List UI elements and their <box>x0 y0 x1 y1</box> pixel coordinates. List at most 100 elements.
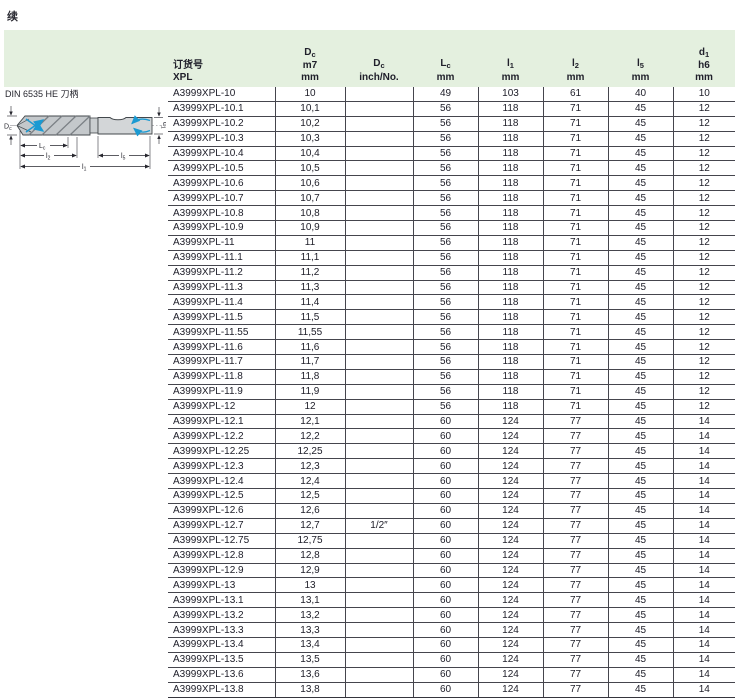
l1-cell: 118 <box>478 176 543 191</box>
l2-cell: 77 <box>543 503 608 518</box>
l2-cell: 77 <box>543 489 608 504</box>
l1-cell: 124 <box>478 667 543 682</box>
d1-cell: 12 <box>673 399 735 414</box>
l2-cell: 77 <box>543 459 608 474</box>
table-row: A3999XPL-10.310,356118714512 <box>168 131 735 146</box>
dc-mm-cell: 10,9 <box>275 221 345 236</box>
order-number-cell: A3999XPL-11.9 <box>168 384 275 399</box>
lc-cell: 60 <box>413 414 478 429</box>
drill-diagram: Dc d1 Lc l2 l5 l1 <box>4 101 166 197</box>
table-row: A3999XPL-101049103614010 <box>168 87 735 101</box>
l1-cell: 124 <box>478 474 543 489</box>
l2-cell: 77 <box>543 623 608 638</box>
d1-cell: 14 <box>673 548 735 563</box>
table-row: A3999XPL-12.112,160124774514 <box>168 414 735 429</box>
l1-cell: 124 <box>478 518 543 533</box>
l2-cell: 71 <box>543 250 608 265</box>
dc-mm-cell: 12,7 <box>275 518 345 533</box>
l5-cell: 45 <box>608 444 673 459</box>
d1-cell: 12 <box>673 191 735 206</box>
l2-cell: 77 <box>543 578 608 593</box>
l2-cell: 77 <box>543 593 608 608</box>
lc-cell: 56 <box>413 161 478 176</box>
l2-cell: 71 <box>543 235 608 250</box>
l2-cell: 77 <box>543 682 608 697</box>
dc-inch-cell <box>345 503 413 518</box>
dc-mm-cell: 12,3 <box>275 459 345 474</box>
dc-inch-cell <box>345 429 413 444</box>
dc-inch-cell <box>345 116 413 131</box>
dc-mm-cell: 11,2 <box>275 265 345 280</box>
dc-inch-cell <box>345 548 413 563</box>
d1-cell: 14 <box>673 474 735 489</box>
order-number-cell: A3999XPL-11.7 <box>168 355 275 370</box>
lc-cell: 56 <box>413 146 478 161</box>
dc-mm-cell: 12,2 <box>275 429 345 444</box>
d1-cell: 12 <box>673 131 735 146</box>
dc-mm-cell: 12,6 <box>275 503 345 518</box>
l5-cell: 45 <box>608 459 673 474</box>
lc-cell: 60 <box>413 563 478 578</box>
d1-cell: 14 <box>673 459 735 474</box>
lc-cell: 60 <box>413 637 478 652</box>
dc-inch-cell <box>345 474 413 489</box>
dc-mm-cell: 12,5 <box>275 489 345 504</box>
d1-cell: 12 <box>673 265 735 280</box>
order-number-cell: A3999XPL-12.4 <box>168 474 275 489</box>
l1-cell: 124 <box>478 578 543 593</box>
order-number-cell: A3999XPL-10.7 <box>168 191 275 206</box>
dc-inch-cell <box>345 191 413 206</box>
table-row: A3999XPL-10.110,156118714512 <box>168 101 735 116</box>
l1-cell: 118 <box>478 340 543 355</box>
table-row: A3999XPL-13.813,860124774514 <box>168 682 735 697</box>
l5-cell: 45 <box>608 161 673 176</box>
dc-inch-cell <box>345 533 413 548</box>
dc-inch-cell <box>345 608 413 623</box>
d1-cell: 12 <box>673 369 735 384</box>
table-row: A3999XPL-12.212,260124774514 <box>168 429 735 444</box>
table-row: A3999XPL-13.613,660124774514 <box>168 667 735 682</box>
order-number-cell: A3999XPL-12.3 <box>168 459 275 474</box>
dc-inch-cell <box>345 399 413 414</box>
d1-cell: 12 <box>673 176 735 191</box>
l5-cell: 40 <box>608 87 673 101</box>
l1-cell: 118 <box>478 265 543 280</box>
dc-mm-cell: 12,25 <box>275 444 345 459</box>
l1-cell: 118 <box>478 280 543 295</box>
dc-inch-cell: 1/2″ <box>345 518 413 533</box>
dc-mm-cell: 13,6 <box>275 667 345 682</box>
dc-inch-cell <box>345 593 413 608</box>
dc-inch-cell <box>345 280 413 295</box>
lc-cell: 60 <box>413 429 478 444</box>
l1-cell: 124 <box>478 503 543 518</box>
l1-cell: 118 <box>478 191 543 206</box>
dc-inch-cell <box>345 489 413 504</box>
dc-inch-cell <box>345 310 413 325</box>
d1-cell: 12 <box>673 101 735 116</box>
d1-cell: 12 <box>673 221 735 236</box>
dc-mm-cell: 10,7 <box>275 191 345 206</box>
table-row: A3999XPL-12.7512,7560124774514 <box>168 533 735 548</box>
table-row: A3999XPL-13.113,160124774514 <box>168 593 735 608</box>
dc-inch-cell <box>345 369 413 384</box>
d1-cell: 12 <box>673 235 735 250</box>
dc-inch-cell <box>345 206 413 221</box>
table-row: A3999XPL-12.712,71/2″60124774514 <box>168 518 735 533</box>
l1-cell: 124 <box>478 533 543 548</box>
dc-inch-cell <box>345 459 413 474</box>
dc-mm-cell: 10,3 <box>275 131 345 146</box>
d1-cell: 14 <box>673 414 735 429</box>
order-number-cell: A3999XPL-12.7 <box>168 518 275 533</box>
order-number-cell: A3999XPL-11.1 <box>168 250 275 265</box>
dc-mm-cell: 13,1 <box>275 593 345 608</box>
table-row: A3999XPL-12.412,460124774514 <box>168 474 735 489</box>
table-row: A3999XPL-10.610,656118714512 <box>168 176 735 191</box>
d1-cell: 14 <box>673 682 735 697</box>
l2-cell: 77 <box>543 474 608 489</box>
dc-mm-cell: 12 <box>275 399 345 414</box>
dc-inch-cell <box>345 161 413 176</box>
l5-cell: 45 <box>608 384 673 399</box>
d1-cell: 12 <box>673 310 735 325</box>
drill-flutes <box>17 116 90 135</box>
lc-cell: 56 <box>413 369 478 384</box>
